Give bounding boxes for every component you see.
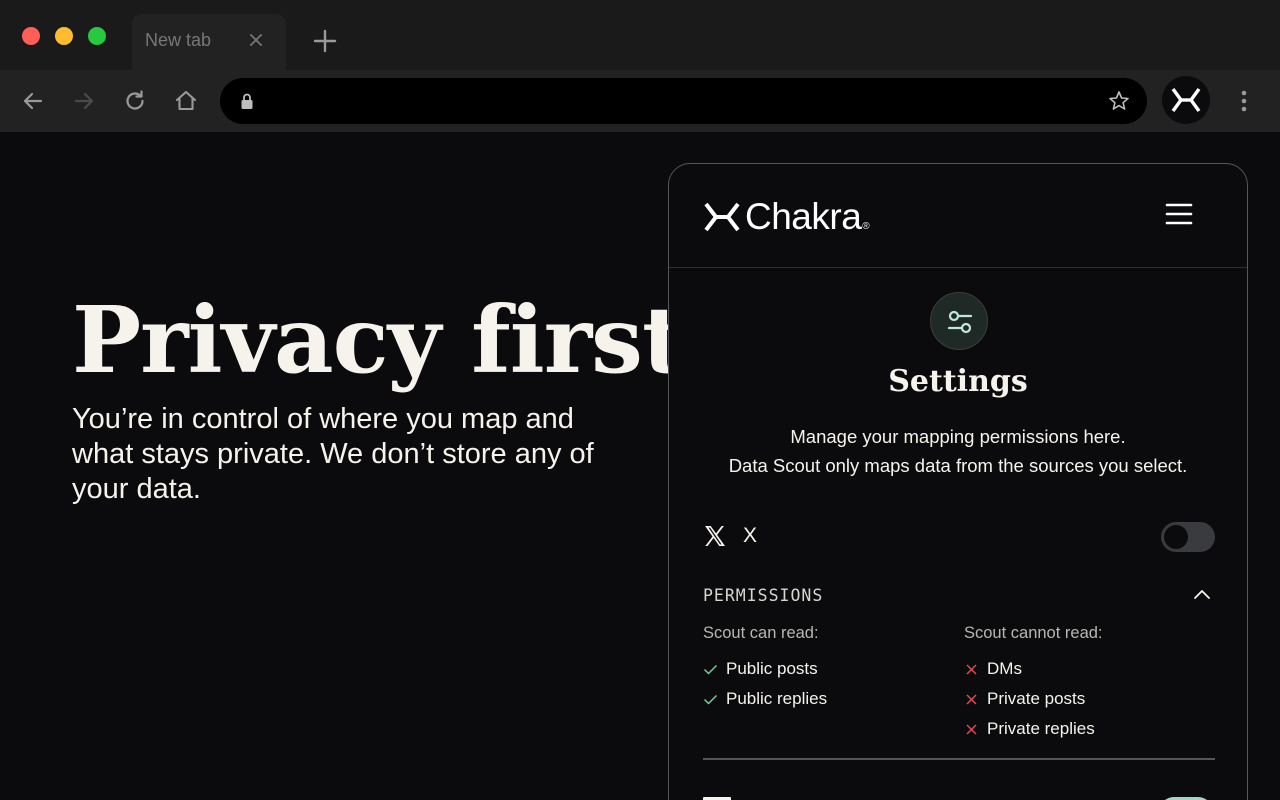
hero-title: Privacy first <box>72 286 684 394</box>
cannot-read-item-label: Private replies <box>987 719 1095 738</box>
cannot-read-item-label: DMs <box>987 659 1022 678</box>
window-close-button[interactable] <box>22 27 40 45</box>
tab-title: New tab <box>145 30 212 50</box>
x-logo-icon <box>705 526 725 546</box>
can-read-item: Public posts <box>703 654 953 684</box>
hero-body: You’re in control of where you map and w… <box>72 403 594 505</box>
cross-icon <box>966 663 977 675</box>
cannot-read-item: Private posts <box>964 684 1214 714</box>
cannot-read-item: Private replies <box>964 714 1214 744</box>
can-read-column: Scout can read: Public posts Public repl… <box>703 624 953 714</box>
chakra-logo: Chakra ® <box>703 196 870 237</box>
brand-name: Chakra <box>745 196 862 237</box>
browser-tab[interactable]: New tab <box>132 14 286 70</box>
permissions-title: PERMISSIONS <box>703 586 824 605</box>
source-label: X <box>743 524 758 547</box>
section-divider <box>703 758 1215 760</box>
reload-icon[interactable] <box>122 88 148 114</box>
extension-panel: Chakra ® Settings Manage your mapping pe… <box>668 163 1248 800</box>
can-read-item-label: Public posts <box>726 659 818 678</box>
cannot-read-column: Scout cannot read: DMs Private posts Pri… <box>964 624 1214 744</box>
toggle-knob <box>1164 525 1188 549</box>
chakra-extension-button[interactable] <box>1162 76 1210 124</box>
settings-description: Manage your mapping permissions here. Da… <box>669 422 1247 480</box>
cannot-read-item-label: Private posts <box>987 689 1086 708</box>
cross-icon <box>966 723 977 735</box>
check-icon <box>703 694 718 705</box>
close-icon[interactable] <box>246 30 266 50</box>
cannot-read-heading: Scout cannot read: <box>964 624 1103 642</box>
address-bar[interactable] <box>220 78 1147 124</box>
registered-mark: ® <box>862 221 870 232</box>
new-tab-icon[interactable] <box>312 28 338 54</box>
cannot-read-item: DMs <box>964 654 1214 684</box>
chevron-up-icon[interactable] <box>1193 586 1211 604</box>
browser-toolbar <box>0 70 1280 132</box>
can-read-heading: Scout can read: <box>703 624 819 642</box>
can-read-item-label: Public replies <box>726 689 828 708</box>
permissions-header[interactable]: PERMISSIONS <box>703 584 1215 608</box>
lock-icon <box>241 93 253 109</box>
settings-description-line: Manage your mapping permissions here. <box>790 426 1126 447</box>
settings-sliders-icon <box>930 292 988 350</box>
browser-tab-bar: New tab <box>0 0 1280 70</box>
source-x-toggle[interactable] <box>1161 522 1215 552</box>
forward-icon[interactable] <box>71 88 97 114</box>
panel-header: Chakra ® <box>669 164 1247 268</box>
window-zoom-button[interactable] <box>88 27 106 45</box>
browser-menu-icon[interactable] <box>1234 88 1254 114</box>
bookmark-star-icon[interactable] <box>1107 89 1131 113</box>
back-icon[interactable] <box>20 88 46 114</box>
settings-description-line: Data Scout only maps data from the sourc… <box>728 455 1188 476</box>
can-read-item: Public replies <box>703 684 953 714</box>
check-icon <box>703 664 718 675</box>
settings-title: Settings <box>888 364 1028 399</box>
chakra-logo-icon <box>704 202 740 232</box>
chakra-logo-icon <box>1171 88 1201 112</box>
hamburger-menu-icon[interactable] <box>1165 202 1193 226</box>
home-icon[interactable] <box>173 88 199 114</box>
source-row-x: X <box>703 522 1215 552</box>
window-minimize-button[interactable] <box>55 27 73 45</box>
cross-icon <box>966 693 977 705</box>
